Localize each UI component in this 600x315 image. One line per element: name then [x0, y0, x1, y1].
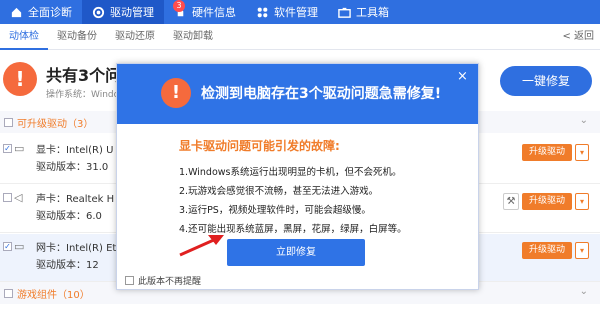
- home-icon: [11, 7, 22, 17]
- tab-driver-backup[interactable]: 驱动备份: [48, 24, 106, 50]
- chevron-down-icon[interactable]: ▾: [575, 193, 589, 210]
- nav-item-label: 硬件信息: [192, 6, 236, 19]
- dont-remind-option[interactable]: 此版本不再提醒: [125, 274, 201, 287]
- driver-problem-dialog: ! 检测到电脑存在3个驱动问题急需修复! × 显卡驱动问题可能引发的故障: 1.…: [116, 63, 479, 290]
- chevron-down-icon[interactable]: ⌄: [580, 286, 588, 297]
- toolbox-icon: [338, 7, 351, 18]
- nav-item-software[interactable]: 软件管理: [246, 0, 328, 24]
- tab-driver-check[interactable]: 动体检: [0, 24, 48, 50]
- tab-driver-restore[interactable]: 驱动还原: [106, 24, 164, 50]
- chevron-down-icon[interactable]: ▾: [575, 144, 589, 161]
- back-button[interactable]: < 返回: [562, 24, 594, 50]
- dialog-header: ! 检测到电脑存在3个驱动问题急需修复! ×: [117, 64, 478, 124]
- nav-item-driver[interactable]: 驱动管理: [82, 0, 164, 24]
- nav-item-label: 工具箱: [356, 6, 389, 19]
- sub-tabs: 动体检 驱动备份 驱动还原 驱动卸载 < 返回: [0, 24, 600, 50]
- section-label: 游戏组件（10）: [17, 289, 90, 301]
- wrench-icon[interactable]: ⚒: [503, 193, 519, 210]
- dont-remind-checkbox[interactable]: [125, 276, 134, 285]
- speaker-icon: ◁: [14, 191, 23, 204]
- nav-item-label: 软件管理: [274, 6, 318, 19]
- nav-item-toolbox[interactable]: 工具箱: [328, 0, 399, 24]
- section-checkbox[interactable]: [4, 288, 13, 298]
- driver-version: 驱动版本：12: [36, 260, 99, 271]
- apps-icon: [257, 7, 268, 17]
- back-label: 返回: [574, 31, 594, 42]
- nav-item-label: 全面诊断: [28, 6, 72, 19]
- issue-line: 1.Windows系统运行出现明显的卡机，但不会死机。: [179, 167, 402, 178]
- fix-all-button[interactable]: 一键修复: [500, 66, 592, 96]
- arrow-icon: [179, 235, 224, 257]
- dialog-subtitle: 显卡驱动问题可能引发的故障:: [179, 139, 340, 153]
- row-checkbox[interactable]: ✓: [3, 242, 12, 251]
- fix-now-button[interactable]: 立即修复: [227, 239, 365, 266]
- nav-item-diagnose[interactable]: 全面诊断: [0, 0, 82, 24]
- network-icon: ▭: [14, 240, 25, 253]
- nav-item-label: 驱动管理: [110, 6, 154, 19]
- driver-version: 驱动版本：6.0: [36, 211, 102, 222]
- upgrade-driver-button[interactable]: 升级驱动: [522, 242, 572, 259]
- warning-icon: !: [3, 62, 37, 96]
- driver-badge: 3: [173, 0, 185, 12]
- section-label: 可升级驱动（3）: [17, 118, 94, 130]
- row-checkbox[interactable]: [3, 193, 12, 202]
- issue-line: 3.运行PS，视频处理软件时，可能会超级慢。: [179, 205, 371, 216]
- warning-icon: !: [161, 78, 191, 108]
- dont-remind-label: 此版本不再提醒: [138, 277, 202, 287]
- dialog-title: 检测到电脑存在3个驱动问题急需修复!: [201, 86, 442, 102]
- section-checkbox[interactable]: [4, 117, 13, 127]
- top-nav: 全面诊断 驱动管理 硬件信息 软件管理 工具箱 3: [0, 0, 600, 24]
- upgrade-driver-button[interactable]: 升级驱动: [522, 144, 572, 161]
- issue-line: 2.玩游戏会感觉很不流畅，甚至无法进入游戏。: [179, 186, 379, 197]
- chevron-down-icon[interactable]: ▾: [575, 242, 589, 259]
- gear-icon: [92, 6, 105, 18]
- device-name: 显卡：Intel(R) U: [36, 145, 114, 156]
- device-name: 网卡：Intel(R) Et: [36, 243, 117, 254]
- driver-version: 驱动版本：31.0: [36, 162, 109, 173]
- upgrade-driver-button[interactable]: 升级驱动: [522, 193, 572, 210]
- chevron-down-icon[interactable]: ⌄: [580, 115, 588, 126]
- monitor-icon: ▭: [14, 142, 25, 155]
- device-name: 声卡：Realtek H: [36, 194, 115, 205]
- row-checkbox[interactable]: ✓: [3, 144, 12, 153]
- tab-driver-uninstall[interactable]: 驱动卸载: [164, 24, 222, 50]
- close-icon[interactable]: ×: [457, 69, 468, 84]
